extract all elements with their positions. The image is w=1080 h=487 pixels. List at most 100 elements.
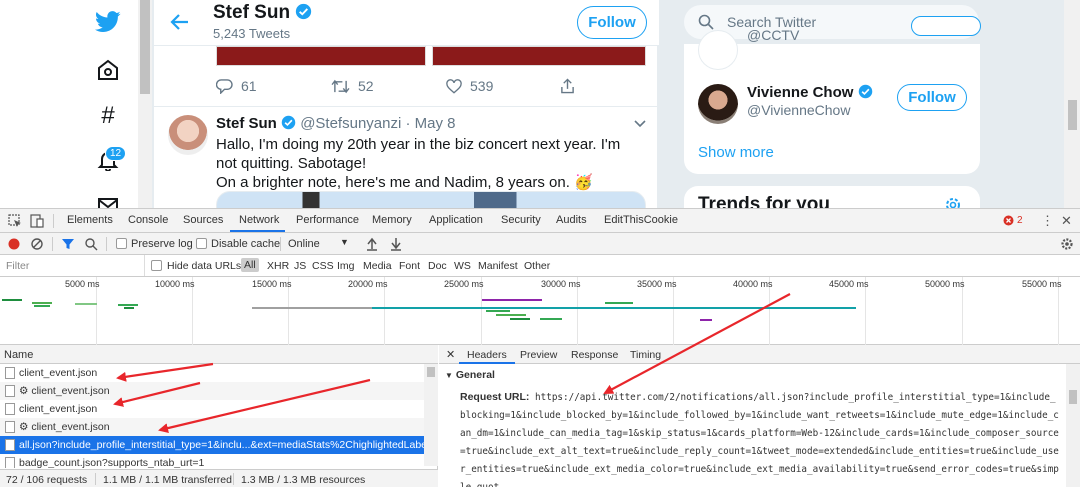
tab-performance[interactable]: Performance [296, 214, 359, 226]
record-icon[interactable] [7, 237, 21, 251]
network-overview[interactable]: 5000 ms 10000 ms 15000 ms 20000 ms 25000… [0, 277, 1080, 345]
name-column-header[interactable]: Name [4, 349, 33, 361]
divider [233, 473, 234, 485]
tab-memory[interactable]: Memory [372, 214, 412, 226]
follow-button[interactable]: Follow [577, 6, 647, 39]
reply-icon [216, 78, 233, 94]
request-row[interactable]: client_event.json [0, 364, 424, 382]
filter-type-css[interactable]: CSS [312, 260, 334, 272]
gear-icon[interactable] [1060, 237, 1074, 251]
search-icon[interactable] [84, 237, 98, 251]
tweet-media[interactable] [216, 191, 646, 208]
back-arrow-icon[interactable] [170, 12, 190, 32]
scroll-thumb[interactable] [427, 367, 435, 377]
devtools-tabs: Elements Console Sources Network Perform… [0, 209, 1080, 233]
filter-input[interactable]: Filter [0, 255, 145, 276]
filter-type-xhr[interactable]: XHR [267, 260, 289, 272]
tweet-author[interactable]: Stef Sun [216, 115, 277, 132]
scroll-thumb[interactable] [1068, 100, 1077, 130]
tab-application[interactable]: Application [429, 214, 483, 226]
device-toolbar-icon[interactable] [30, 214, 44, 228]
export-icon[interactable] [389, 237, 403, 251]
twitter-logo-icon[interactable] [94, 8, 122, 36]
tab-elements[interactable]: Elements [67, 214, 113, 226]
request-row[interactable]: ⚙ client_event.json [0, 418, 424, 436]
request-row[interactable]: client_event.json [0, 400, 424, 418]
reply-action[interactable]: 61 [216, 78, 257, 94]
filter-type-doc[interactable]: Doc [428, 260, 447, 272]
twitter-page: # 12 Stef Sun 5,243 Tweets Follow 61 52 … [0, 0, 1080, 208]
chevron-down-icon[interactable]: ▼ [340, 237, 349, 247]
who-row-cctv[interactable]: @CCTV [698, 16, 981, 74]
more-menu-icon[interactable]: ⋮ [1041, 214, 1054, 227]
waterfall-bar [32, 302, 52, 304]
network-status-bar: 72 / 106 requests 1.1 MB / 1.1 MB transf… [0, 469, 438, 487]
tab-sources[interactable]: Sources [183, 214, 223, 226]
follow-button[interactable]: Follow [897, 84, 967, 111]
page-scrollbar[interactable] [1064, 0, 1080, 208]
show-more-link[interactable]: Show more [698, 144, 774, 161]
tab-preview[interactable]: Preview [520, 349, 557, 361]
request-row[interactable]: ⚙ client_event.json [0, 382, 424, 400]
avatar[interactable] [168, 115, 208, 155]
request-name: client_event.json [19, 403, 98, 415]
request-row-selected[interactable]: all.json?include_profile_interstitial_ty… [0, 436, 445, 454]
disable-cache-checkbox[interactable] [196, 238, 207, 249]
clear-icon[interactable] [30, 237, 44, 251]
request-url: Request URL: https://api.twitter.com/2/n… [460, 388, 1060, 487]
avatar[interactable] [698, 84, 738, 124]
like-action[interactable]: 539 [446, 78, 493, 94]
tab-response[interactable]: Response [571, 349, 618, 361]
filter-type-other[interactable]: Other [524, 260, 550, 272]
tab-security[interactable]: Security [501, 214, 541, 226]
import-icon[interactable] [365, 237, 379, 251]
filter-type-img[interactable]: Img [337, 260, 355, 272]
chevron-down-icon[interactable] [634, 117, 646, 131]
scroll-thumb[interactable] [1069, 390, 1077, 404]
hide-data-urls-checkbox[interactable] [151, 260, 162, 271]
nav-scrollbar[interactable] [138, 0, 152, 208]
file-icon [5, 457, 15, 468]
filter-type-js[interactable]: JS [294, 260, 306, 272]
throttle-select[interactable]: Online [288, 238, 320, 250]
filter-type-media[interactable]: Media [363, 260, 392, 272]
file-icon [5, 421, 15, 433]
filter-type-all[interactable]: All [241, 258, 259, 272]
tab-network[interactable]: Network [239, 214, 279, 226]
request-list-scrollbar[interactable] [424, 364, 438, 466]
follow-button[interactable] [911, 16, 981, 36]
scroll-thumb[interactable] [140, 0, 150, 94]
filter-type-ws[interactable]: WS [454, 260, 471, 272]
filter-icon[interactable] [61, 237, 75, 251]
tab-audits[interactable]: Audits [556, 214, 587, 226]
retweet-action[interactable]: 52 [331, 78, 374, 94]
filter-type-manifest[interactable]: Manifest [478, 260, 518, 272]
who-row-vivienne[interactable]: Vivienne Chow @VivienneChow Follow [698, 84, 968, 128]
close-icon[interactable]: ✕ [1061, 213, 1072, 229]
details-scrollbar[interactable] [1066, 364, 1080, 487]
tab-editthiscookie[interactable]: EditThisCookie [604, 214, 678, 226]
avatar[interactable] [698, 30, 738, 70]
inspect-icon[interactable] [8, 214, 22, 228]
who-name[interactable]: Vivienne Chow [747, 84, 873, 101]
explore-icon[interactable] [94, 56, 122, 84]
active-tab-indicator [459, 362, 515, 364]
tweet-image-right[interactable] [432, 46, 646, 66]
verified-icon [281, 115, 296, 130]
tab-timing[interactable]: Timing [630, 349, 661, 361]
error-counter[interactable]: 2 [1003, 215, 1023, 226]
messages-icon[interactable] [94, 192, 122, 208]
request-row[interactable]: badge_count.json?supports_ntab_urt=1 [0, 454, 424, 468]
gear-icon[interactable] [944, 196, 962, 208]
share-action[interactable] [560, 78, 575, 94]
tweet-image-left[interactable] [216, 46, 426, 66]
tab-console[interactable]: Console [128, 214, 168, 226]
close-icon[interactable]: ✕ [446, 348, 455, 361]
tweet[interactable]: Stef Sun @Stefsunyanzi · May 8 Hallo, I'… [154, 106, 659, 208]
preserve-log-checkbox[interactable] [116, 238, 127, 249]
tab-headers[interactable]: Headers [467, 349, 507, 361]
hashtag-icon[interactable]: # [94, 102, 122, 130]
general-section-header[interactable]: ▼ General [445, 369, 495, 381]
request-name: badge_count.json?supports_ntab_urt=1 [19, 457, 205, 468]
filter-type-font[interactable]: Font [399, 260, 420, 272]
